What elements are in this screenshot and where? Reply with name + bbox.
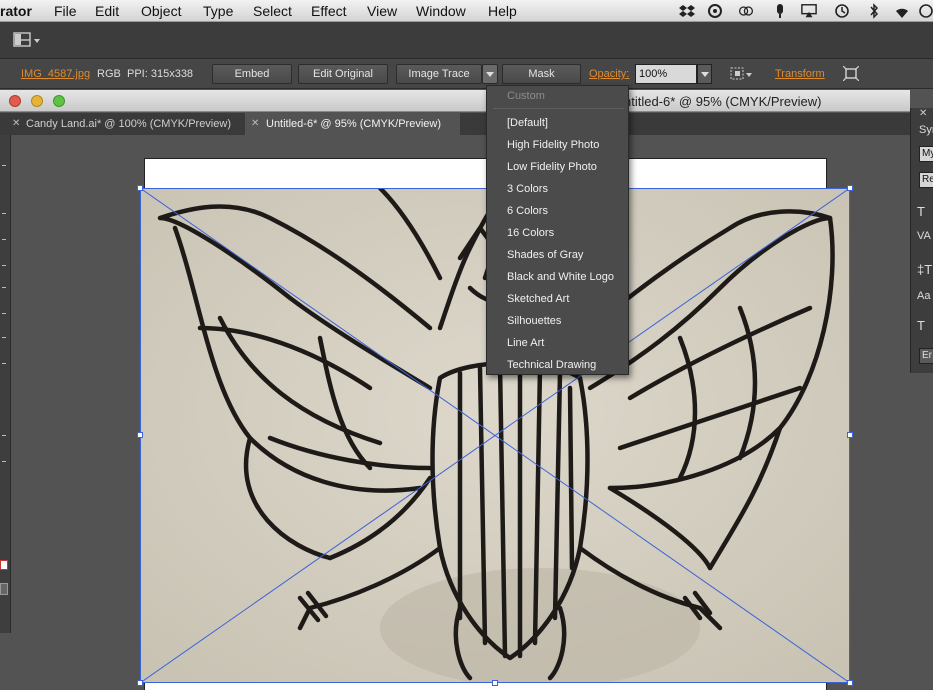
baseline-icon[interactable]: Aa xyxy=(917,290,930,302)
time-machine-icon[interactable] xyxy=(834,3,850,19)
tools-panel xyxy=(0,135,11,633)
tool-marker[interactable] xyxy=(2,165,6,166)
tool-marker[interactable] xyxy=(2,363,6,364)
symbols-panel: ✕ Syn My Re T VA ‡T Aa T Er xyxy=(910,108,933,373)
tab-untitled-6[interactable]: ✕ Untitled-6* @ 95% (CMYK/Preview) xyxy=(245,113,460,135)
menu-item-shades-of-gray[interactable]: Shades of Gray xyxy=(507,248,583,262)
menu-item-low-fidelity-photo[interactable]: Low Fidelity Photo xyxy=(507,160,597,174)
chevron-down-icon xyxy=(486,72,494,77)
menu-item-technical-drawing[interactable]: Technical Drawing xyxy=(507,358,596,372)
image-trace-dropdown-button[interactable] xyxy=(482,64,498,84)
creative-cloud-icon[interactable] xyxy=(738,3,754,19)
menu-effect[interactable]: Effect xyxy=(311,2,347,20)
color-mode-label: RGB xyxy=(97,68,121,80)
tool-marker[interactable] xyxy=(2,435,6,436)
document-window-title: ntitled-6* @ 95% (CMYK/Preview) xyxy=(624,94,822,109)
close-tab-icon[interactable]: ✕ xyxy=(12,113,20,135)
zoom-window-icon[interactable] xyxy=(53,95,65,107)
airplay-icon[interactable] xyxy=(801,3,817,19)
application-bar xyxy=(0,22,933,59)
menu-item-6-colors[interactable]: 6 Colors xyxy=(507,204,548,218)
menu-item-sketched-art[interactable]: Sketched Art xyxy=(507,292,569,306)
selection-handle[interactable] xyxy=(137,185,143,191)
document-window-titlebar: ntitled-6* @ 95% (CMYK/Preview) xyxy=(0,90,910,112)
tool-marker[interactable] xyxy=(2,461,6,462)
dropbox-icon[interactable] xyxy=(679,3,695,19)
tool-marker[interactable] xyxy=(2,265,6,266)
isolate-object-icon[interactable] xyxy=(843,66,859,81)
selection-handle[interactable] xyxy=(847,680,853,686)
selection-handle[interactable] xyxy=(847,185,853,191)
tab-label: Untitled-6* @ 95% (CMYK/Preview) xyxy=(266,118,441,130)
mac-menu-bar: rator File Edit Object Type Select Effec… xyxy=(0,0,933,22)
tool-marker[interactable] xyxy=(2,313,6,314)
menu-item-custom: Custom xyxy=(507,90,545,102)
selection-handle[interactable] xyxy=(137,432,143,438)
minimize-window-icon[interactable] xyxy=(31,95,43,107)
menu-window[interactable]: Window xyxy=(416,2,466,20)
align-options-icon[interactable] xyxy=(729,66,755,82)
close-panel-icon[interactable]: ✕ xyxy=(919,108,927,119)
selection-handle[interactable] xyxy=(137,680,143,686)
close-window-icon[interactable] xyxy=(9,95,21,107)
menu-separator xyxy=(493,108,624,109)
tracking-icon[interactable]: T xyxy=(917,318,925,333)
menu-object[interactable]: Object xyxy=(141,2,181,20)
menu-item-default[interactable]: [Default] xyxy=(507,116,548,130)
wifi-icon[interactable] xyxy=(892,3,912,19)
menu-select[interactable]: Select xyxy=(253,2,292,20)
panel-field[interactable]: Re xyxy=(919,172,933,188)
app-menu[interactable]: rator xyxy=(0,2,32,20)
menu-item-3-colors[interactable]: 3 Colors xyxy=(507,182,548,196)
ppi-label: PPI: 315x338 xyxy=(127,68,194,80)
tab-candy-land[interactable]: ✕ Candy Land.ai* @ 100% (CMYK/Preview) xyxy=(0,113,245,135)
stroke-swatch[interactable] xyxy=(0,583,8,595)
workspace-switcher-icon[interactable] xyxy=(13,31,43,49)
tool-marker[interactable] xyxy=(2,337,6,338)
menu-edit[interactable]: Edit xyxy=(95,2,119,20)
chevron-down-icon xyxy=(701,72,709,77)
clock-icon[interactable] xyxy=(918,3,933,19)
tool-marker[interactable] xyxy=(2,287,6,288)
control-bar: IMG_4587.jpg RGB PPI: 315x338 Embed Edit… xyxy=(0,59,933,89)
tool-marker[interactable] xyxy=(2,239,6,240)
linked-file-link[interactable]: IMG_4587.jpg xyxy=(21,67,90,81)
image-trace-preset-menu: Custom [Default] High Fidelity Photo Low… xyxy=(486,85,629,375)
edit-original-button[interactable]: Edit Original xyxy=(298,64,388,84)
panel-button[interactable]: Er xyxy=(919,348,933,364)
selection-handle[interactable] xyxy=(492,680,498,686)
selection-handle[interactable] xyxy=(847,432,853,438)
microphone-icon[interactable] xyxy=(772,3,788,19)
menu-file[interactable]: File xyxy=(54,2,77,20)
bluetooth-icon[interactable] xyxy=(866,3,882,19)
fill-swatch[interactable] xyxy=(0,560,8,570)
panel-field[interactable]: My xyxy=(919,146,933,162)
tab-label: Candy Land.ai* @ 100% (CMYK/Preview) xyxy=(26,118,231,130)
menu-item-16-colors[interactable]: 16 Colors xyxy=(507,226,554,240)
opacity-label[interactable]: Opacity: xyxy=(589,67,629,81)
panel-title: Syn xyxy=(919,124,933,136)
menu-type[interactable]: Type xyxy=(203,2,233,20)
image-trace-button[interactable]: Image Trace xyxy=(396,64,482,84)
menu-item-line-art[interactable]: Line Art xyxy=(507,336,544,350)
menu-view[interactable]: View xyxy=(367,2,397,20)
kerning-icon[interactable]: VA xyxy=(917,230,931,242)
opacity-dropdown-button[interactable] xyxy=(697,64,712,84)
opacity-input[interactable]: 100% xyxy=(635,64,697,84)
menu-item-silhouettes[interactable]: Silhouettes xyxy=(507,314,561,328)
mask-button[interactable]: Mask xyxy=(502,64,581,84)
close-tab-icon[interactable]: ✕ xyxy=(251,113,259,135)
embed-button[interactable]: Embed xyxy=(212,64,292,84)
transform-link[interactable]: Transform xyxy=(775,67,825,81)
type-size-icon[interactable]: T xyxy=(917,204,925,219)
menu-item-black-and-white-logo[interactable]: Black and White Logo xyxy=(507,270,614,284)
menu-item-high-fidelity-photo[interactable]: High Fidelity Photo xyxy=(507,138,599,152)
leading-icon[interactable]: ‡T xyxy=(917,262,932,277)
cloud-icon[interactable] xyxy=(707,3,723,19)
document-tab-strip: ✕ Candy Land.ai* @ 100% (CMYK/Preview) ✕… xyxy=(0,113,910,135)
menu-help[interactable]: Help xyxy=(488,2,517,20)
tool-marker[interactable] xyxy=(2,213,6,214)
